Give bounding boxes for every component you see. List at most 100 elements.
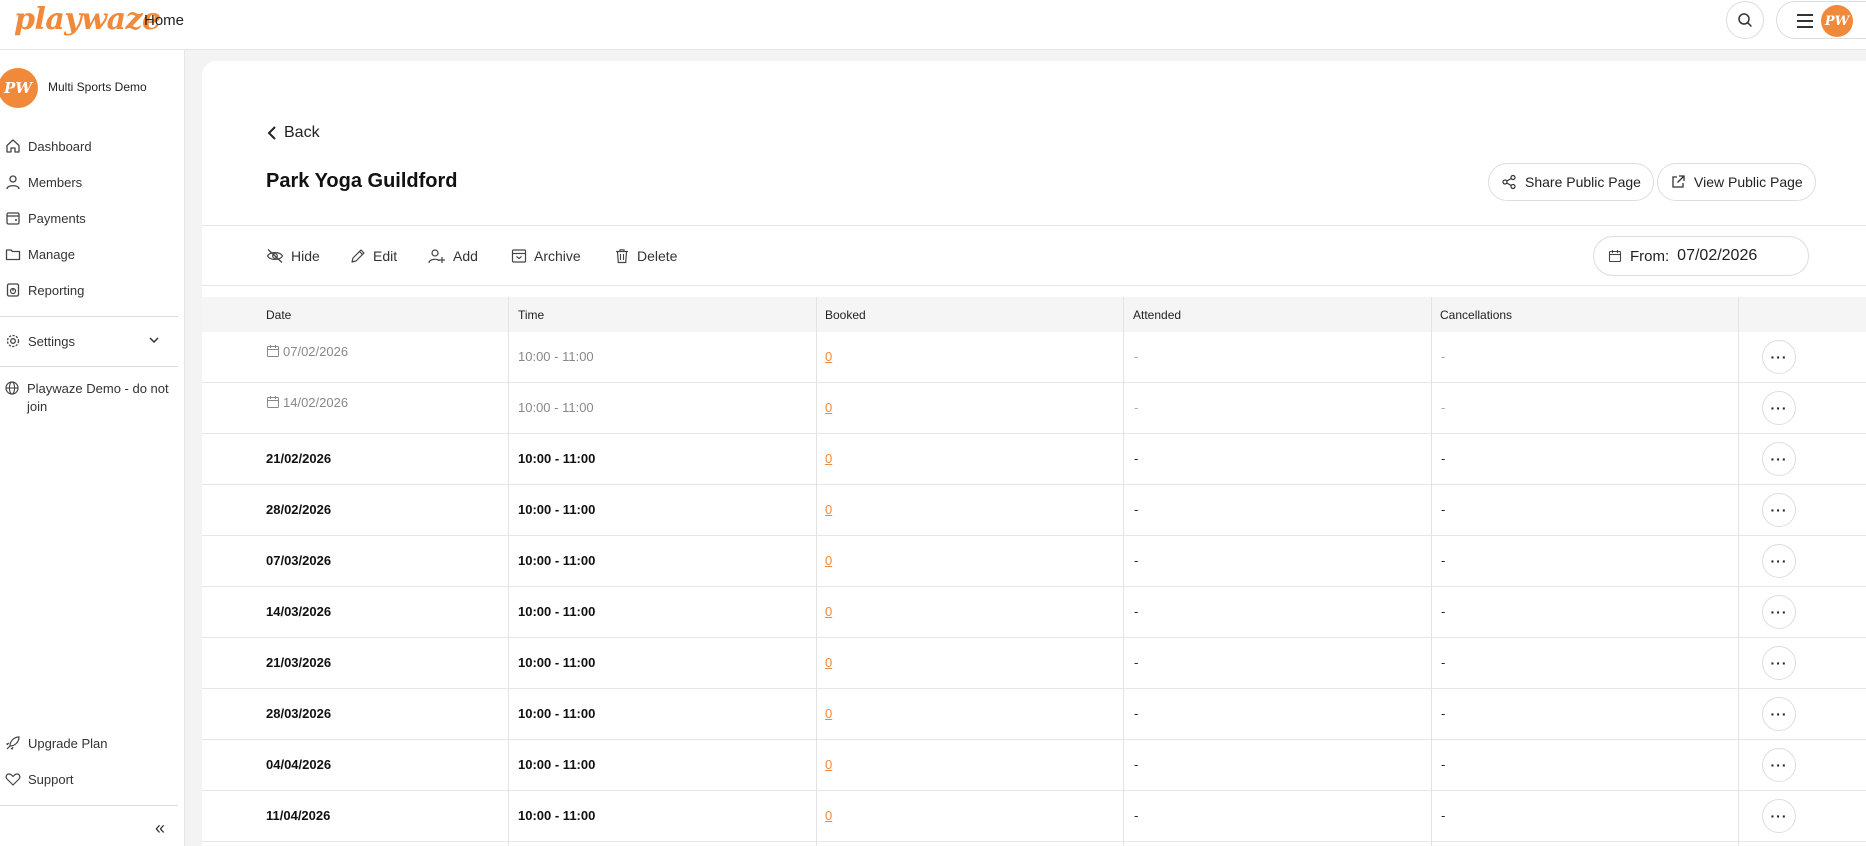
user-icon [4,173,22,191]
home-link[interactable]: Home [144,12,184,29]
table-row[interactable]: 14/02/2026 10:00 - 11:00 0 - - ··· [202,383,1866,434]
booked-count-link[interactable]: 0 [825,349,832,364]
time-cell: 10:00 - 11:00 [518,502,596,517]
sidebar-item-support[interactable]: Support [0,764,185,794]
archive-button[interactable]: Archive [511,245,581,267]
folder-icon [4,245,22,263]
sidebar-divider [0,805,178,806]
date-cell: 28/02/2026 [266,502,331,517]
share-icon [1502,174,1516,190]
sidebar-item-manage[interactable]: Manage [0,239,185,269]
booked-count-link[interactable]: 0 [825,604,832,619]
date-cell: 07/02/2026 [266,344,348,361]
table-row[interactable]: 28/02/2026 10:00 - 11:00 0 - - ··· [202,485,1866,536]
column-header-date[interactable]: Date [266,308,291,322]
sidebar-item-label: Payments [28,210,86,226]
view-public-page-button[interactable]: View Public Page [1657,163,1816,201]
more-options-button[interactable]: ··· [1762,697,1796,731]
date-value: 07/02/2026 [283,344,349,359]
more-options-button[interactable]: ··· [1762,748,1796,782]
sidebar-item-dashboard[interactable]: Dashboard [0,131,185,161]
chevron-down-icon [148,334,160,349]
share-public-page-button[interactable]: Share Public Page [1488,163,1654,201]
sidebar-item-label: Support [28,771,74,787]
more-options-button[interactable]: ··· [1762,442,1796,476]
org-switcher[interactable]: PW Multi Sports Demo [0,66,185,112]
cancellations-cell: - [1441,349,1446,364]
ellipsis-icon: ··· [1770,604,1788,620]
column-header-time[interactable]: Time [518,308,544,322]
delete-button[interactable]: Delete [614,245,677,267]
search-icon [1738,13,1752,27]
booked-count-link[interactable]: 0 [825,400,832,415]
edit-button[interactable]: Edit [350,245,397,267]
booked-count-link[interactable]: 0 [825,451,832,466]
sidebar-item-label: Manage [28,246,75,262]
booked-count-link[interactable]: 0 [825,706,832,721]
sidebar-item-payments[interactable]: Payments [0,203,185,233]
column-divider [1123,297,1124,846]
add-member-button[interactable]: Add [428,245,478,267]
ellipsis-icon: ··· [1770,349,1788,365]
column-header-cancellations[interactable]: Cancellations [1440,308,1512,322]
share-label: Share Public Page [1525,174,1641,190]
table-row[interactable]: 07/03/2026 10:00 - 11:00 0 - - ··· [202,536,1866,587]
table-row[interactable]: 14/03/2026 10:00 - 11:00 0 - - ··· [202,587,1866,638]
date-value: 21/02/2026 [266,451,332,466]
playwaze-logo[interactable]: playwaze [14,2,161,37]
more-options-button[interactable]: ··· [1762,595,1796,629]
sidebar-item-upgrade-plan[interactable]: Upgrade Plan [0,728,185,758]
pencil-icon [351,249,365,263]
table-row[interactable]: 28/03/2026 10:00 - 11:00 0 - - ··· [202,689,1866,740]
booked-count-link[interactable]: 0 [825,808,832,823]
divider [202,285,1866,286]
table-row[interactable]: 04/04/2026 10:00 - 11:00 0 - - ··· [202,740,1866,791]
table-row[interactable]: 07/02/2026 10:00 - 11:00 0 - - ··· [202,332,1866,383]
search-button[interactable] [1726,1,1764,39]
booked-count-link[interactable]: 0 [825,655,832,670]
column-divider [508,297,509,846]
booked-count-link[interactable]: 0 [825,553,832,568]
table-row[interactable]: 11/04/2026 10:00 - 11:00 0 - - ··· [202,791,1866,842]
sidebar-item-reporting[interactable]: Reporting [0,275,185,305]
sidebar-item-label: Settings [28,333,75,349]
main-content: Back Park Yoga Guildford Share Public Pa… [202,61,1866,846]
sidebar-item-settings[interactable]: Settings [0,326,185,356]
calendar-icon [266,395,280,412]
time-cell: 10:00 - 11:00 [518,349,594,364]
column-header-booked[interactable]: Booked [825,308,866,322]
ellipsis-icon: ··· [1770,808,1788,824]
back-button[interactable]: Back [266,124,320,142]
column-header-attended[interactable]: Attended [1133,308,1181,322]
globe-icon [4,380,20,399]
collapse-sidebar-button[interactable]: « [155,818,165,839]
sidebar: PW Multi Sports Demo Dashboard Members P… [0,50,185,846]
ellipsis-icon: ··· [1770,553,1788,569]
date-filter[interactable]: From: 07/02/2026 [1593,236,1809,276]
sidebar-item-members[interactable]: Members [0,167,185,197]
calendar-icon [266,344,280,361]
booked-count-link[interactable]: 0 [825,757,832,772]
archive-label: Archive [534,248,581,264]
more-options-button[interactable]: ··· [1762,340,1796,374]
table-row[interactable]: 21/02/2026 10:00 - 11:00 0 - - ··· [202,434,1866,485]
divider [202,225,1866,226]
ellipsis-icon: ··· [1770,706,1788,722]
table-row[interactable]: 21/03/2026 10:00 - 11:00 0 - - ··· [202,638,1866,689]
hamburger-icon [1797,14,1813,32]
sidebar-item-label: Playwaze Demo - do not join [27,381,169,414]
attended-cell: - [1134,349,1139,364]
booked-count-link[interactable]: 0 [825,502,832,517]
trash-icon [616,249,628,264]
ellipsis-icon: ··· [1770,757,1788,773]
more-options-button[interactable]: ··· [1762,493,1796,527]
from-label: From: [1630,247,1670,265]
more-options-button[interactable]: ··· [1762,799,1796,833]
hide-button[interactable]: Hide [266,245,320,267]
more-options-button[interactable]: ··· [1762,391,1796,425]
more-options-button[interactable]: ··· [1762,544,1796,578]
sidebar-item-label: Reporting [28,282,85,298]
date-cell: 14/03/2026 [266,604,331,619]
more-options-button[interactable]: ··· [1762,646,1796,680]
user-menu-button[interactable]: PW [1776,1,1866,39]
